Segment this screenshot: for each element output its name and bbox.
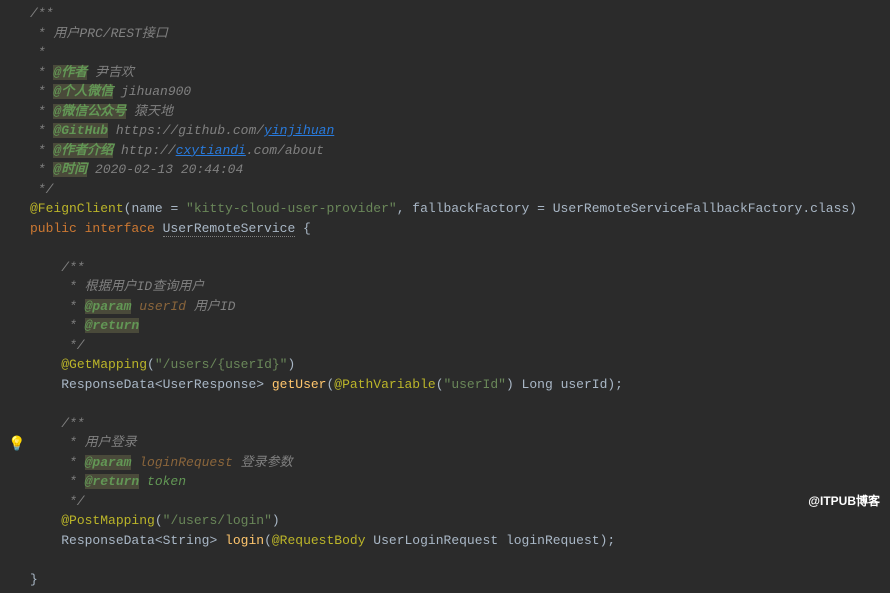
blank [30, 238, 890, 258]
doc-author: * @作者 尹吉欢 [30, 63, 890, 83]
feign-annotation: @FeignClient(name = "kitty-cloud-user-pr… [30, 199, 890, 219]
m1-doc-open: /** [30, 258, 890, 278]
m2-signature: ResponseData<String> login(@RequestBody … [30, 531, 890, 551]
doc-github: * @GitHub https://github.com/yinjihuan [30, 121, 890, 141]
doc-blank: * [30, 43, 890, 63]
m1-doc-desc: * 根据用户ID查询用户 [30, 277, 890, 297]
blank [30, 394, 890, 414]
watermark: @ITPUB博客 [808, 492, 880, 510]
code-editor[interactable]: /** * 用户PRC/REST接口 * * @作者 尹吉欢 * @个人微信 j… [0, 0, 890, 593]
m2-doc-param: * @param loginRequest 登录参数 [30, 453, 890, 473]
close-brace: } [30, 570, 890, 590]
doc-mp: * @微信公众号 猿天地 [30, 102, 890, 122]
m1-signature: ResponseData<UserResponse> getUser(@Path… [30, 375, 890, 395]
m2-doc-open: /** [30, 414, 890, 434]
intention-bulb-icon[interactable]: 💡 [8, 435, 25, 456]
doc-line: * 用户PRC/REST接口 [30, 24, 890, 44]
doc-close: */ [30, 180, 890, 200]
m1-doc-return: * @return [30, 316, 890, 336]
m2-doc-desc: * 用户登录 [30, 433, 890, 453]
m2-doc-close: */ [30, 492, 890, 512]
m2-doc-return: * @return token [30, 472, 890, 492]
m2-mapping: @PostMapping("/users/login") [30, 511, 890, 531]
interface-decl: public interface UserRemoteService { [30, 219, 890, 239]
doc-intro: * @作者介绍 http://cxytiandi.com/about [30, 141, 890, 161]
m1-doc-param: * @param userId 用户ID [30, 297, 890, 317]
doc-open: /** [30, 4, 890, 24]
m1-doc-close: */ [30, 336, 890, 356]
blank [30, 550, 890, 570]
doc-wechat: * @个人微信 jihuan900 [30, 82, 890, 102]
doc-time: * @时间 2020-02-13 20:44:04 [30, 160, 890, 180]
m1-mapping: @GetMapping("/users/{userId}") [30, 355, 890, 375]
